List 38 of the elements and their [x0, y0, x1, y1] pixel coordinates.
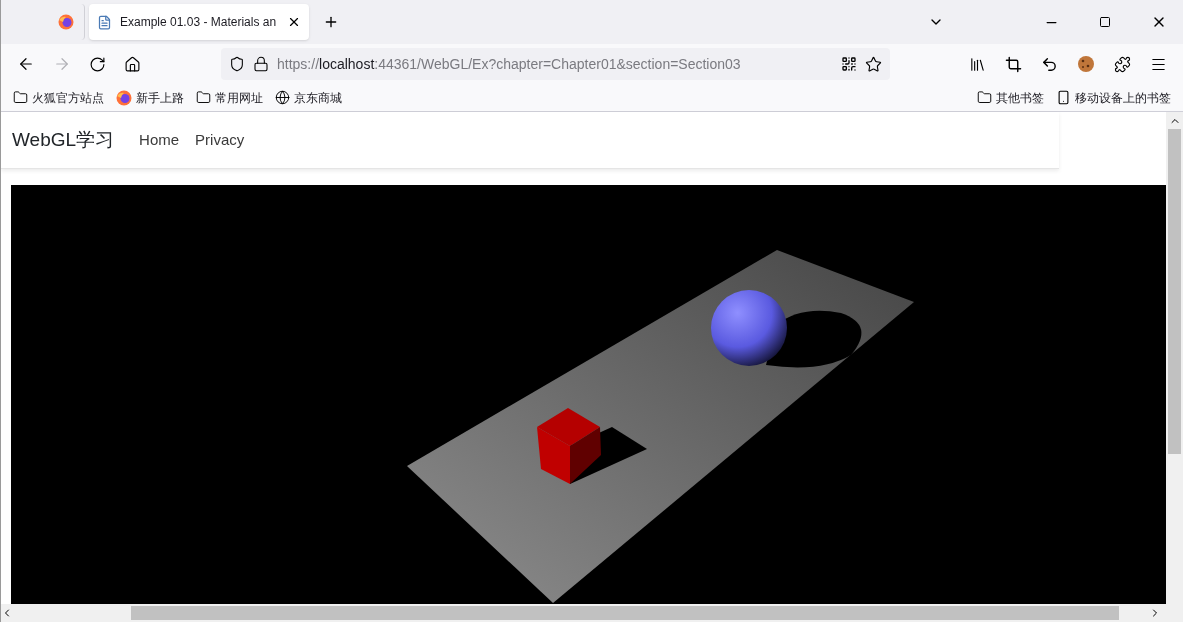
- site-brand[interactable]: WebGL学习: [12, 125, 115, 155]
- page-icon: [97, 14, 112, 30]
- maximize-icon[interactable]: [1099, 16, 1111, 28]
- nav-link[interactable]: Privacy: [195, 128, 245, 152]
- globe-icon: [275, 90, 290, 105]
- folder-icon: [977, 90, 992, 105]
- reload-icon[interactable]: [89, 55, 106, 73]
- crop-icon[interactable]: [1005, 55, 1022, 73]
- phone-icon: [1056, 90, 1071, 105]
- tab-title: Example 01.03 - Materials an: [120, 14, 278, 31]
- vertical-scrollbar[interactable]: [1166, 112, 1183, 604]
- extensions-icon[interactable]: [1114, 55, 1131, 73]
- library-icon[interactable]: [969, 55, 986, 73]
- new-tab-icon[interactable]: [323, 14, 339, 30]
- bookmark-star-icon[interactable]: [865, 55, 882, 73]
- url-text: https://localhost:44361/WebGL/Ex?chapter=Chapter01&section=Section03: [277, 54, 742, 74]
- horizontal-scrollbar[interactable]: [1, 604, 1183, 622]
- bookmark-link[interactable]: 常用网址: [215, 88, 263, 107]
- browser-logo-icon: [116, 89, 132, 106]
- address-bar[interactable]: https://localhost:44361/WebGL/Ex?chapter=Chapter01&section=Section03: [221, 48, 890, 80]
- back-icon[interactable]: [17, 55, 35, 73]
- bookmark-link[interactable]: 新手上路: [136, 88, 184, 107]
- close-icon[interactable]: [287, 15, 301, 29]
- bookmark-link[interactable]: 移动设备上的书签: [1075, 88, 1171, 107]
- nav-link[interactable]: Home: [139, 128, 180, 152]
- folder-icon: [196, 90, 211, 105]
- lock-icon: [253, 56, 269, 72]
- folder-icon: [13, 90, 28, 105]
- home-icon[interactable]: [124, 55, 141, 73]
- undo-icon[interactable]: [1041, 55, 1058, 73]
- shield-icon: [229, 56, 245, 72]
- qr-code-icon[interactable]: [841, 56, 857, 72]
- browser-logo-icon: [57, 14, 74, 30]
- bookmark-link[interactable]: 火狐官方站点: [32, 88, 104, 107]
- browser-tab[interactable]: Example 01.03 - Materials an: [89, 4, 309, 40]
- bookmark-link[interactable]: 其他书签: [996, 88, 1044, 107]
- bookmark-link[interactable]: 京东商城: [294, 88, 342, 107]
- cookie-icon[interactable]: [1077, 55, 1095, 73]
